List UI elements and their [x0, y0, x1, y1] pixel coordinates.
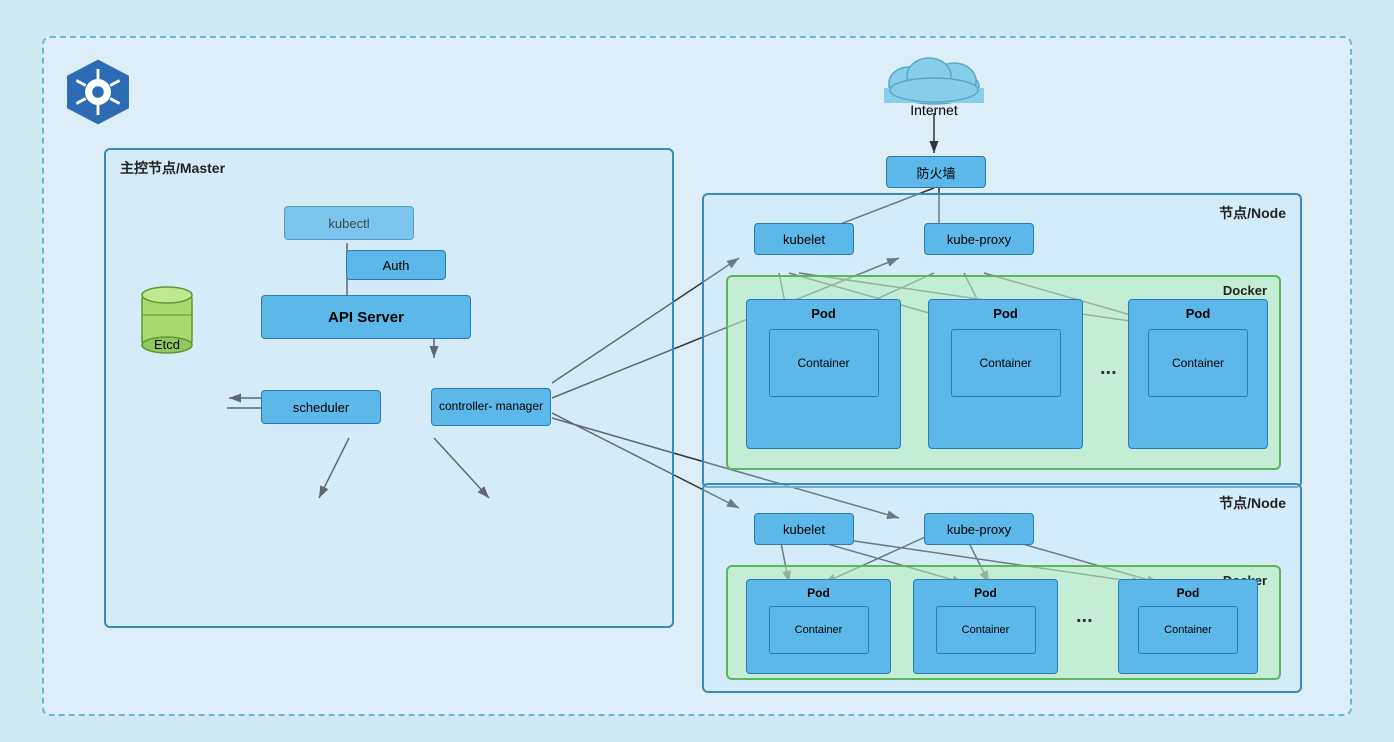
node2-pod2-label: Pod: [974, 586, 997, 600]
controller-manager-box: controller- manager: [431, 388, 551, 426]
node1-pod2: Pod Container: [928, 299, 1083, 449]
node2-pod1-container: Container: [769, 606, 869, 654]
api-server-box: API Server: [261, 295, 471, 339]
internet-section: Internet: [879, 48, 989, 118]
node1-pod3-label: Pod: [1186, 306, 1211, 321]
node2-kubelet-box: kubelet: [754, 513, 854, 545]
node1-pod1-label: Pod: [811, 306, 836, 321]
node1-kubelet-box: kubelet: [754, 223, 854, 255]
main-diagram: Internet 防火墙 kubectl 主控节点/Master Auth AP…: [42, 36, 1352, 716]
node2-dots: ...: [1076, 605, 1093, 628]
node1-section: 节点/Node kubelet kube-proxy Docker Pod Co…: [702, 193, 1302, 488]
firewall-box: 防火墙: [886, 156, 986, 188]
node1-pod3: Pod Container: [1128, 299, 1268, 449]
node1-pod2-label: Pod: [993, 306, 1018, 321]
node2-pod3-label: Pod: [1177, 586, 1200, 600]
node2-section: 节点/Node kubelet kube-proxy Docker Pod Co…: [702, 483, 1302, 693]
node1-docker-section: Docker Pod Container Pod Container ... P…: [726, 275, 1281, 470]
node1-pod2-container: Container: [951, 329, 1061, 397]
node2-pod1-label: Pod: [807, 586, 830, 600]
node1-pod3-container: Container: [1148, 329, 1248, 397]
kubernetes-logo: [62, 56, 134, 128]
node2-kube-proxy-box: kube-proxy: [924, 513, 1034, 545]
node2-label: 节点/Node: [1219, 493, 1286, 513]
node2-pod3-container: Container: [1138, 606, 1238, 654]
node1-label: 节点/Node: [1219, 203, 1286, 223]
master-section: 主控节点/Master Auth API Server Etcd schedul…: [104, 148, 674, 628]
node1-pod1: Pod Container: [746, 299, 901, 449]
node2-pod1: Pod Container: [746, 579, 891, 674]
node2-pod2: Pod Container: [913, 579, 1058, 674]
etcd-section: Etcd: [138, 275, 196, 352]
etcd-label: Etcd: [154, 337, 180, 352]
node2-pod3: Pod Container: [1118, 579, 1258, 674]
master-label: 主控节点/Master: [120, 158, 225, 178]
auth-box: Auth: [346, 250, 446, 280]
node2-pod2-container: Container: [936, 606, 1036, 654]
scheduler-box: scheduler: [261, 390, 381, 424]
node1-dots: ...: [1100, 357, 1117, 380]
node2-docker-section: Docker Pod Container Pod Container ... P…: [726, 565, 1281, 680]
node1-pod1-container: Container: [769, 329, 879, 397]
internet-cloud-shape: [879, 48, 989, 106]
node1-kube-proxy-box: kube-proxy: [924, 223, 1034, 255]
node1-docker-label: Docker: [1223, 283, 1267, 298]
